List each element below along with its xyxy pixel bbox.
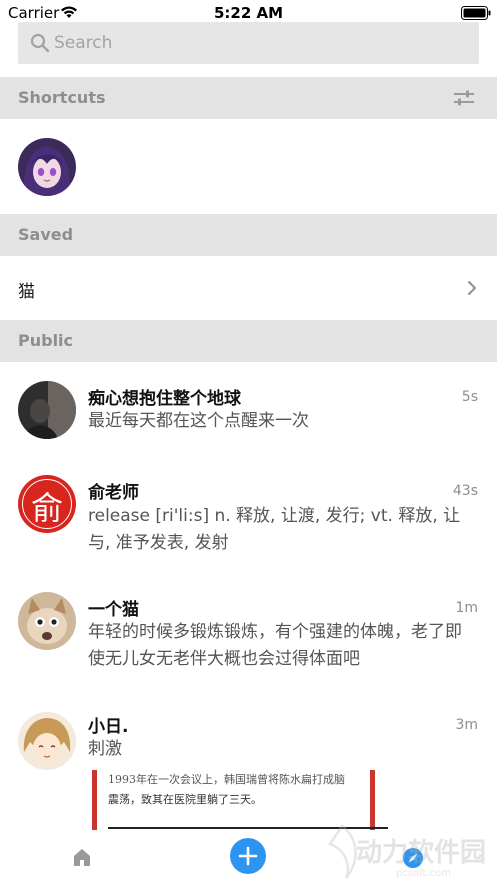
saved-item-row[interactable]: 猫 bbox=[0, 257, 497, 319]
saved-header: Saved bbox=[0, 214, 497, 256]
anime-girl-avatar-image bbox=[18, 138, 76, 196]
watermark-url: pcsoft.com bbox=[396, 868, 451, 879]
chat-message: 最近每天都在这个点醒来一次 bbox=[88, 411, 309, 431]
shortcut-avatar[interactable] bbox=[18, 138, 76, 196]
chat-time: 43s bbox=[452, 483, 478, 499]
chat-row[interactable]: 小日. 3m 刺激 bbox=[0, 694, 497, 774]
chat-message: 刺激 bbox=[88, 739, 122, 759]
chat-avatar bbox=[18, 712, 76, 770]
preview-line-2: 震荡，致其在医院里躺了三天。 bbox=[108, 793, 262, 806]
shortcuts-label: Shortcuts bbox=[18, 88, 106, 107]
home-icon[interactable] bbox=[72, 847, 92, 867]
chat-name: 小日. bbox=[88, 717, 129, 737]
chat-avatar bbox=[18, 381, 76, 439]
preview-line-1: 1993年在一次会议上，韩国瑞曾将陈水扁打成脑 bbox=[108, 773, 345, 786]
chat-time: 1m bbox=[455, 600, 478, 616]
cat-avatar-image bbox=[18, 592, 76, 650]
chat-name: 俞老师 bbox=[88, 483, 139, 503]
search-bar[interactable] bbox=[18, 22, 479, 64]
chat-row[interactable]: 俞 俞老师 43s release [ri'li:s] n. 释放, 让渡, 发… bbox=[0, 462, 497, 574]
chevron-right-icon bbox=[468, 281, 476, 295]
chat-avatar: 俞 bbox=[18, 475, 76, 533]
public-header: Public bbox=[0, 320, 497, 362]
chat-message: 年轻的时候多锻炼锻炼，有个强建的体魄，老了即使无儿女无老伴大概也会过得体面吧 bbox=[88, 622, 462, 669]
watermark-brand: 动力软件园 bbox=[356, 838, 487, 868]
saved-label: Saved bbox=[18, 225, 74, 244]
shortcuts-header: Shortcuts bbox=[0, 77, 497, 119]
chat-name: 一个猫 bbox=[88, 600, 139, 620]
chat-name: 痴心想抱住整个地球 bbox=[88, 389, 241, 409]
chat-row[interactable]: 痴心想抱住整个地球 5s 最近每天都在这个点醒来一次 bbox=[0, 362, 497, 462]
chat-time: 3m bbox=[455, 717, 478, 733]
chat-message: release [ri'li:s] n. 释放, 让渡, 发行; vt. 释放,… bbox=[88, 506, 461, 553]
anime-boy-avatar-image bbox=[18, 712, 76, 770]
chat-avatar bbox=[18, 592, 76, 650]
preview-left-border bbox=[92, 770, 97, 830]
chat-time: 5s bbox=[461, 389, 478, 405]
public-label: Public bbox=[18, 331, 74, 350]
compose-button[interactable] bbox=[230, 838, 266, 874]
status-time: 5:22 AM bbox=[213, 4, 284, 22]
filter-settings-icon[interactable] bbox=[452, 88, 476, 108]
dark-photo-avatar-image bbox=[18, 381, 76, 439]
saved-item-label: 猫 bbox=[18, 282, 35, 302]
search-icon bbox=[30, 33, 50, 53]
plus-icon bbox=[238, 846, 258, 866]
chat-row[interactable]: 一个猫 1m 年轻的时候多锻炼锻炼，有个强建的体魄，老了即使无儿女无老伴大概也会… bbox=[0, 574, 497, 694]
watermark-logo: 动力软件园 pcsoft.com bbox=[312, 820, 497, 883]
search-input[interactable] bbox=[52, 22, 472, 64]
battery-icon bbox=[461, 6, 491, 20]
avatar-glyph: 俞 bbox=[30, 489, 63, 527]
